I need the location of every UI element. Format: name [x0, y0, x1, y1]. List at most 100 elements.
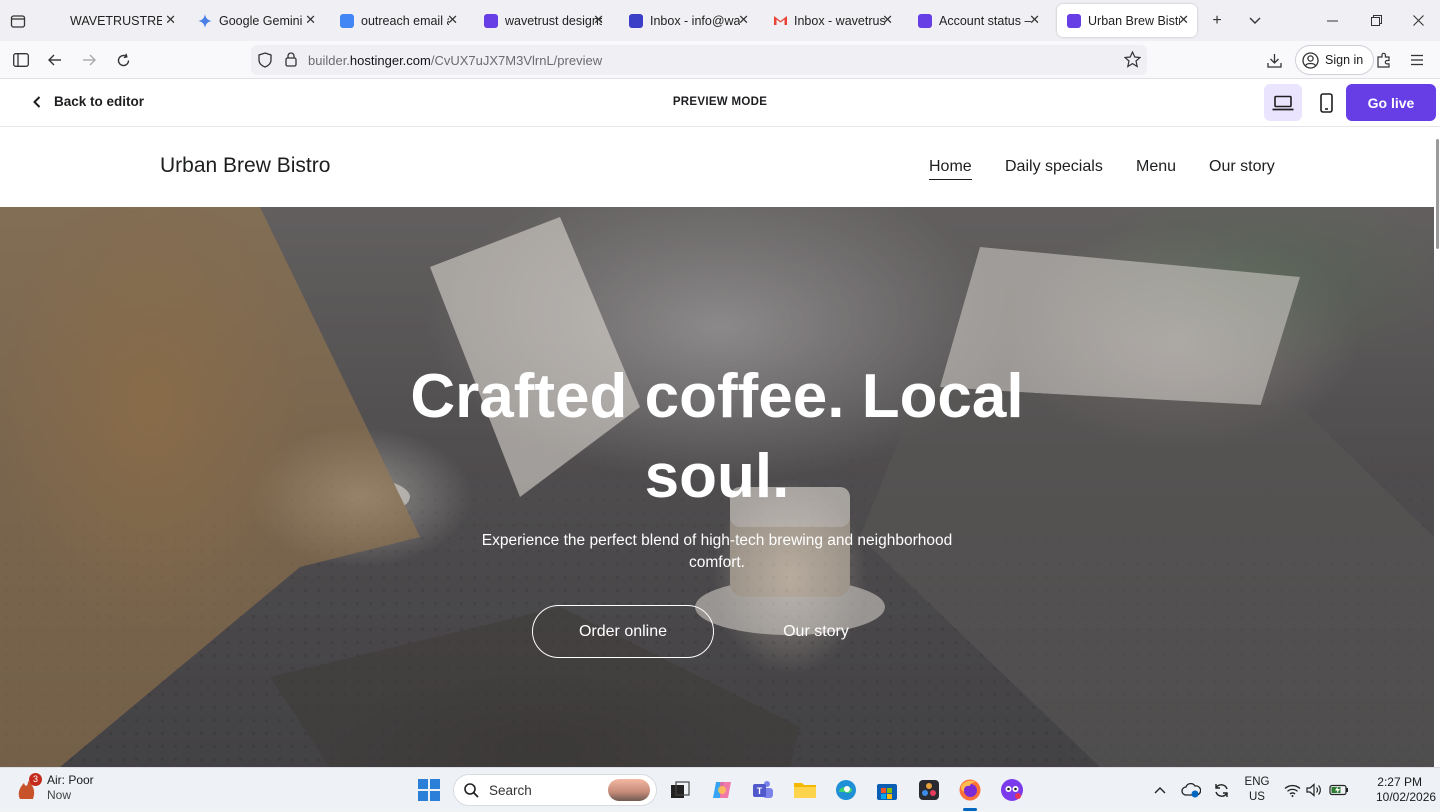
taskbar-clock[interactable]: 2:27 PM 10/02/2026 [1376, 775, 1436, 805]
mobile-view-button[interactable] [1307, 84, 1345, 121]
sidebar-toggle-button[interactable] [9, 48, 33, 72]
wifi-icon [1284, 784, 1300, 797]
tab-account-status[interactable]: Account status – wavetrust ✕ [908, 4, 1048, 37]
close-icon[interactable]: ✕ [1029, 12, 1040, 28]
tab-list-button[interactable] [0, 0, 36, 41]
close-window-button[interactable] [1404, 0, 1432, 41]
edge-icon [836, 780, 856, 800]
plus-icon: + [1212, 11, 1222, 29]
sign-in-button[interactable]: Sign in [1295, 45, 1375, 75]
language-indicator[interactable]: ENG US [1243, 775, 1271, 805]
nav-daily-specials[interactable]: Daily specials [1005, 158, 1103, 176]
our-story-button[interactable]: Our story [735, 605, 897, 658]
edge-button[interactable] [833, 777, 859, 803]
browser-tab-bar: WAVETRUSTREVIEWS ✕ Google Gemini ✕ outre… [0, 0, 1440, 41]
new-tab-button[interactable]: + [1204, 0, 1230, 41]
davinci-resolve-button[interactable] [916, 777, 942, 803]
gmail-icon [773, 14, 787, 28]
tab-urban-brew-bistro[interactable]: Urban Brew Bistro ✕ [1057, 4, 1197, 37]
nav-menu[interactable]: Menu [1136, 158, 1176, 176]
volume-button[interactable] [1304, 768, 1324, 812]
minimize-button[interactable] [1318, 0, 1346, 41]
sync-icon [1214, 783, 1228, 797]
show-hidden-icons-button[interactable] [1150, 768, 1170, 812]
tab-list-icon [10, 14, 26, 28]
app-launcher-button[interactable] [999, 777, 1025, 803]
file-explorer-button[interactable] [792, 777, 818, 803]
restore-button[interactable] [1362, 0, 1390, 41]
url-prefix: builder. [308, 53, 350, 68]
tab-label: Urban Brew Bistro [1088, 13, 1180, 28]
laptop-icon [1272, 95, 1294, 110]
close-icon[interactable]: ✕ [305, 12, 316, 28]
wifi-button[interactable] [1282, 768, 1302, 812]
microsoft-store-button[interactable] [874, 777, 900, 803]
tab-label: Account status – wavetrust [939, 13, 1031, 28]
close-icon[interactable]: ✕ [593, 12, 604, 28]
download-icon [1266, 53, 1282, 68]
sync-button[interactable] [1210, 768, 1232, 812]
tab-google-gemini[interactable]: Google Gemini ✕ [188, 4, 324, 37]
hostinger-icon [484, 13, 498, 28]
address-bar[interactable]: builder.hostinger.com/CvUX7uJX7M3VlrnL/p… [251, 45, 1147, 75]
tab-label: Inbox - info@wavetrust [650, 13, 740, 28]
cloud-sync-icon [1181, 782, 1201, 798]
lang-bottom: US [1249, 791, 1265, 803]
tab-label: WAVETRUSTREVIEWS [70, 13, 162, 28]
tab-inbox-info[interactable]: Inbox - info@wavetrust ✕ [619, 4, 757, 37]
site-brand[interactable]: Urban Brew Bistro [160, 154, 330, 178]
weather-title: Air: Poor [47, 773, 94, 787]
nav-our-story[interactable]: Our story [1209, 158, 1275, 176]
onedrive-button[interactable] [1180, 768, 1202, 812]
close-icon[interactable]: ✕ [165, 12, 176, 28]
reload-button[interactable] [111, 48, 135, 72]
app-menu-button[interactable] [1405, 48, 1429, 72]
extensions-button[interactable] [1372, 48, 1396, 72]
bookmark-star-icon[interactable] [1124, 51, 1141, 68]
chevron-up-icon [1154, 787, 1166, 794]
start-button[interactable] [416, 777, 442, 803]
copilot-icon [713, 782, 731, 798]
search-placeholder: Search [489, 782, 532, 798]
order-online-button[interactable]: Order online [532, 605, 714, 658]
scrollbar-thumb[interactable] [1436, 139, 1439, 249]
close-icon[interactable]: ✕ [738, 12, 749, 28]
close-icon[interactable]: ✕ [447, 12, 458, 28]
downloads-button[interactable] [1262, 48, 1286, 72]
air-quality-icon: 3 [14, 773, 42, 801]
arrow-right-icon [83, 54, 96, 66]
nav-home[interactable]: Home [929, 158, 972, 180]
teams-button[interactable]: T [750, 777, 776, 803]
go-live-button[interactable]: Go live [1346, 84, 1436, 121]
battery-button[interactable] [1328, 768, 1350, 812]
task-view-button[interactable] [667, 777, 693, 803]
list-all-tabs-button[interactable] [1242, 0, 1268, 41]
tab-wavetrustreviews[interactable]: WAVETRUSTREVIEWS ✕ [48, 4, 184, 37]
close-icon[interactable]: ✕ [882, 12, 893, 28]
taskbar-search[interactable]: Search [453, 774, 657, 806]
smartphone-icon [1319, 92, 1333, 113]
back-button[interactable] [43, 48, 67, 72]
weather-widget[interactable]: 3 Air: Poor Now [14, 773, 94, 803]
sidebar-icon [13, 53, 29, 67]
editor-preview-bar: Back to editor PREVIEW MODE Go live [0, 79, 1440, 127]
hamburger-menu-icon [1411, 54, 1423, 66]
windows-logo-icon [418, 779, 440, 801]
hostinger-mail-icon [629, 13, 643, 28]
tab-inbox-wavetrustco[interactable]: Inbox - wavetrustco ✕ [763, 4, 901, 37]
url-text: builder.hostinger.com/CvUX7uJX7M3VlrnL/p… [308, 53, 602, 68]
site-header: Urban Brew Bistro Home Daily specials Me… [0, 127, 1434, 207]
copilot-button[interactable] [709, 777, 735, 803]
folder-icon [794, 783, 816, 798]
page-scrollbar[interactable] [1434, 127, 1440, 767]
tab-wavetrust-designs[interactable]: wavetrust designs ✕ [474, 4, 612, 37]
close-icon[interactable]: ✕ [1178, 12, 1189, 28]
firefox-button[interactable] [957, 777, 983, 803]
tab-outreach-email[interactable]: outreach email and ✕ [330, 4, 466, 37]
teams-icon: T [753, 781, 773, 798]
forward-button[interactable] [77, 48, 101, 72]
desktop-view-button[interactable] [1264, 84, 1302, 121]
sign-in-label: Sign in [1325, 53, 1364, 67]
weather-subtitle: Now [47, 788, 72, 802]
lang-top: ENG [1244, 776, 1270, 788]
